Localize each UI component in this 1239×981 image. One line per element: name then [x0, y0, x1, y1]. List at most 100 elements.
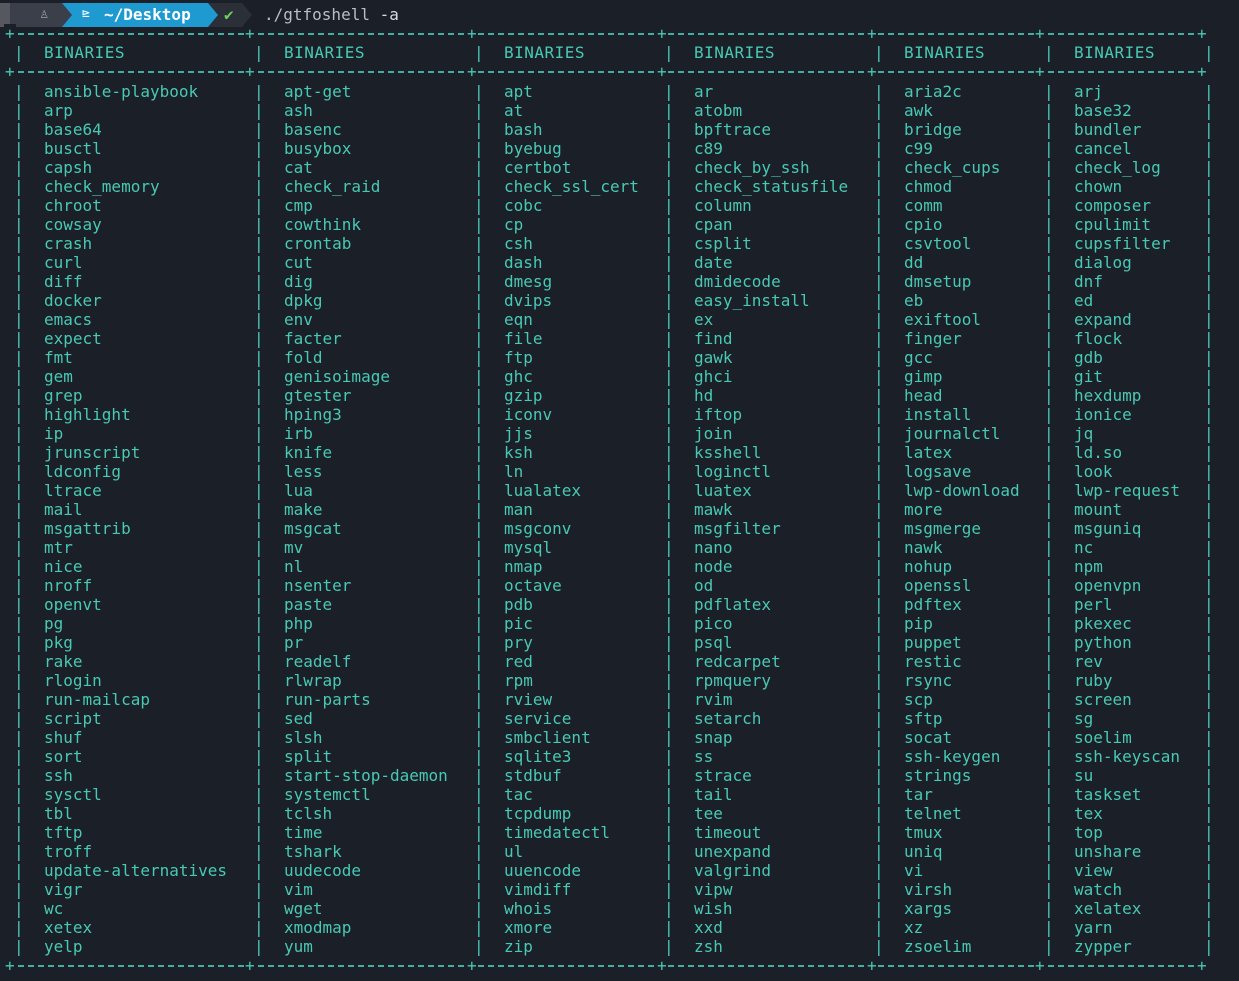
binary-name: yarn: [1074, 918, 1113, 937]
row-border: |: [664, 652, 674, 671]
column-header: BINARIES: [504, 43, 586, 62]
row-border: |: [14, 671, 24, 690]
binary-name: telnet: [904, 804, 962, 823]
binary-name: msgcat: [284, 519, 342, 538]
row-border: |: [254, 842, 264, 861]
binary-name: jrunscript: [44, 443, 141, 462]
row-border: |: [14, 785, 24, 804]
row-border: |: [14, 652, 24, 671]
row-border: |: [474, 519, 484, 538]
binary-name: cancel: [1074, 139, 1132, 158]
binary-name: msgattrib: [44, 519, 131, 538]
row-border: |: [254, 443, 264, 462]
dash-rule: [8, 71, 1204, 73]
binary-name: eb: [904, 291, 924, 310]
binary-name: base64: [44, 120, 102, 139]
row-border: |: [254, 462, 264, 481]
border-junction: +: [244, 956, 256, 975]
binary-name: update-alternatives: [44, 861, 228, 880]
binary-name: uuencode: [504, 861, 582, 880]
binary-name: atobm: [694, 101, 743, 120]
binary-name: zip: [504, 937, 533, 956]
row-border: |: [1044, 462, 1054, 481]
row-border: |: [874, 690, 884, 709]
binary-name: ash: [284, 101, 313, 120]
row-border: |: [474, 139, 484, 158]
binary-name: column: [694, 196, 752, 215]
row-border: |: [1044, 139, 1054, 158]
binary-name: tex: [1074, 804, 1103, 823]
row-border: |: [1204, 899, 1214, 918]
row-border: |: [474, 196, 484, 215]
binary-name: taskset: [1074, 785, 1142, 804]
binary-name: vi: [904, 861, 924, 880]
row-border: |: [874, 557, 884, 576]
binary-name: check_cups: [904, 158, 1001, 177]
binary-name: socat: [904, 728, 953, 747]
binary-name: expand: [1074, 310, 1132, 329]
row-border: |: [254, 367, 264, 386]
dash-rule: [8, 965, 1204, 967]
row-border: |: [664, 823, 674, 842]
row-border: |: [254, 158, 264, 177]
row-border: |: [1044, 386, 1054, 405]
binary-name: bash: [504, 120, 543, 139]
row-border: |: [14, 614, 24, 633]
row-border: |: [14, 101, 24, 120]
binary-name: top: [1074, 823, 1103, 842]
row-border: |: [664, 481, 674, 500]
row-border: |: [1044, 595, 1054, 614]
binary-name: od: [694, 576, 714, 595]
row-border: |: [664, 500, 674, 519]
row-border: |: [1044, 215, 1054, 234]
row-border: |: [474, 82, 484, 101]
row-border: |: [474, 310, 484, 329]
row-border: |: [1044, 500, 1054, 519]
border-junction: +: [1196, 62, 1208, 81]
row-border: |: [14, 899, 24, 918]
row-border: |: [14, 823, 24, 842]
row-border: |: [474, 747, 484, 766]
command-executable: ./gtfoshell: [264, 5, 370, 24]
row-border: |: [254, 177, 264, 196]
binary-name: busctl: [44, 139, 102, 158]
binary-name: dash: [504, 253, 543, 272]
border-junction: +: [4, 24, 16, 43]
row-border: |: [254, 937, 264, 956]
row-border: |: [474, 177, 484, 196]
table-bottom-border: + + + + + + +: [0, 956, 1239, 975]
binary-name: nroff: [44, 576, 93, 595]
binary-name: cobc: [504, 196, 543, 215]
binary-name: ghc: [504, 367, 533, 386]
binary-name: ansible-playbook: [44, 82, 199, 101]
binary-name: run-parts: [284, 690, 371, 709]
binary-name: ssh: [44, 766, 73, 785]
binary-name: aria2c: [904, 82, 962, 101]
binary-name: comm: [904, 196, 943, 215]
row-border: |: [474, 272, 484, 291]
row-border: |: [254, 424, 264, 443]
binary-name: sftp: [904, 709, 943, 728]
binary-name: awk: [904, 101, 933, 120]
border-junction: +: [656, 62, 668, 81]
binary-name: check_memory: [44, 177, 160, 196]
binary-name: mount: [1074, 500, 1123, 519]
border-junction: +: [244, 62, 256, 81]
binary-name: ssh-keygen: [904, 747, 1001, 766]
binary-name: cat: [284, 158, 313, 177]
binary-name: ruby: [1074, 671, 1113, 690]
border-junction: +: [1034, 956, 1046, 975]
binary-name: dmsetup: [904, 272, 972, 291]
binary-name: cowsay: [44, 215, 102, 234]
binary-name: restic: [904, 652, 962, 671]
column-separator: |: [664, 43, 674, 62]
border-junction: +: [656, 24, 668, 43]
row-border: |: [664, 519, 674, 538]
command-line[interactable]: ./gtfoshell -a: [264, 5, 399, 24]
row-border: |: [474, 215, 484, 234]
row-border: |: [874, 462, 884, 481]
binary-name: stdbuf: [504, 766, 562, 785]
row-border: |: [1044, 728, 1054, 747]
row-border: |: [14, 367, 24, 386]
row-border: |: [254, 690, 264, 709]
